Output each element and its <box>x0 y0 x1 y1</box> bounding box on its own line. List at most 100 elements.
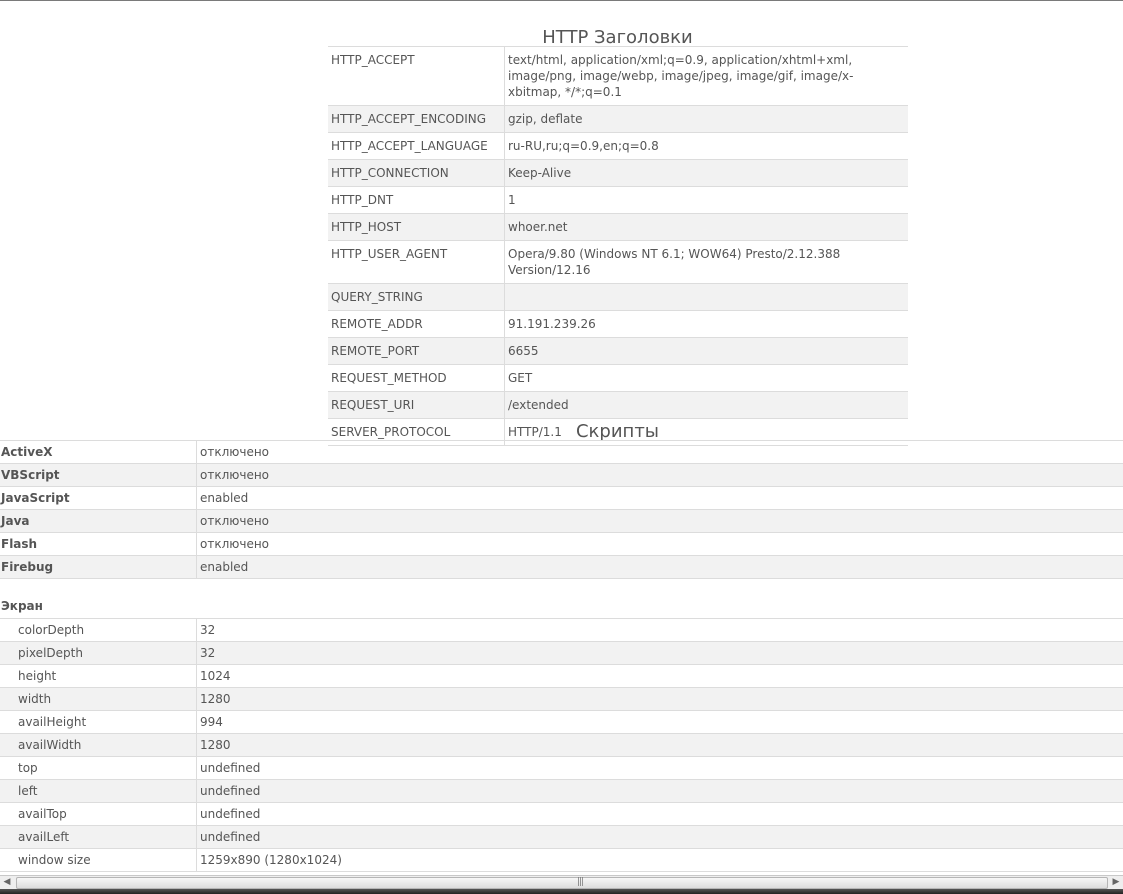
header-key: HTTP_ACCEPT_ENCODING <box>328 105 505 133</box>
table-row: availLeft undefined <box>0 825 1123 849</box>
header-key: REMOTE_PORT <box>328 337 505 365</box>
header-value: Opera/9.80 (Windows NT 6.1; WOW64) Prest… <box>504 240 908 284</box>
scripts-table: ActiveX отключено VBScript отключено JavaS… <box>0 440 1123 872</box>
screen-key: height <box>0 664 197 688</box>
header-key: HTTP_ACCEPT_LANGUAGE <box>328 132 505 160</box>
screen-value: undefined <box>196 756 1123 780</box>
header-key: HTTP_ACCEPT <box>328 46 505 106</box>
script-value: enabled <box>196 486 1123 510</box>
table-row: QUERY_STRING <box>328 283 908 311</box>
screen-key: availHeight <box>0 710 197 734</box>
table-row: availTop undefined <box>0 802 1123 826</box>
screen-key: window size <box>0 848 197 872</box>
table-row: HTTP_ACCEPT_ENCODING gzip, deflate <box>328 105 908 133</box>
taskbar-strip <box>0 889 1123 894</box>
header-value: 6655 <box>504 337 908 365</box>
table-row: colorDepth 32 <box>0 618 1123 642</box>
screen-value: 32 <box>196 618 1123 642</box>
screen-value: 994 <box>196 710 1123 734</box>
table-row: HTTP_ACCEPT_LANGUAGE ru-RU,ru;q=0.9,en;q=… <box>328 132 908 160</box>
screen-value: 32 <box>196 641 1123 665</box>
header-key: REQUEST_URI <box>328 391 505 419</box>
table-row: ActiveX отключено <box>0 440 1123 464</box>
table-row: HTTP_DNT 1 <box>328 186 908 214</box>
table-row: REMOTE_PORT 6655 <box>328 337 908 365</box>
header-value: /extended <box>504 391 908 419</box>
header-value: Keep-Alive <box>504 159 908 187</box>
script-key: ActiveX <box>0 440 197 464</box>
script-value: отключено <box>196 509 1123 533</box>
table-row: HTTP_HOST whoer.net <box>328 213 908 241</box>
scroll-left-arrow-icon[interactable]: ◀ <box>0 876 14 889</box>
table-row: Flash отключено <box>0 532 1123 556</box>
table-row: width 1280 <box>0 687 1123 711</box>
table-row: HTTP_USER_AGENT Opera/9.80 (Windows NT 6.… <box>328 240 908 284</box>
table-row: REMOTE_ADDR 91.191.239.26 <box>328 310 908 338</box>
script-key: Flash <box>0 532 197 556</box>
scrollbar-grip-icon: ||| <box>577 877 584 887</box>
script-value: enabled <box>196 555 1123 579</box>
table-row: window size 1259x890 (1280x1024) <box>0 848 1123 872</box>
header-key: HTTP_HOST <box>328 213 505 241</box>
table-row: JavaScript enabled <box>0 486 1123 510</box>
scripts-title: Скрипты <box>575 420 660 442</box>
header-value: ru-RU,ru;q=0.9,en;q=0.8 <box>504 132 908 160</box>
header-key: REQUEST_METHOD <box>328 364 505 392</box>
header-key: REMOTE_ADDR <box>328 310 505 338</box>
script-value: отключено <box>196 532 1123 556</box>
screen-heading: Экран <box>0 578 197 619</box>
screen-value: 1280 <box>196 687 1123 711</box>
script-key: JavaScript <box>0 486 197 510</box>
header-value: gzip, deflate <box>504 105 908 133</box>
table-row: left undefined <box>0 779 1123 803</box>
screen-key: availTop <box>0 802 197 826</box>
scrollbar-thumb[interactable]: ||| <box>16 877 1108 889</box>
http-headers-table: HTTP_ACCEPT text/html, application/xml;q=… <box>328 46 908 446</box>
header-key: HTTP_DNT <box>328 186 505 214</box>
top-border <box>0 0 1123 1</box>
screen-value: undefined <box>196 779 1123 803</box>
header-value: text/html, application/xml;q=0.9, applic… <box>504 46 908 106</box>
script-value: отключено <box>196 463 1123 487</box>
screen-key: availLeft <box>0 825 197 849</box>
header-value: 91.191.239.26 <box>504 310 908 338</box>
screen-key: width <box>0 687 197 711</box>
table-row: pixelDepth 32 <box>0 641 1123 665</box>
screen-key: left <box>0 779 197 803</box>
table-row: top undefined <box>0 756 1123 780</box>
screen-key: top <box>0 756 197 780</box>
table-row: availWidth 1280 <box>0 733 1123 757</box>
screen-key: pixelDepth <box>0 641 197 665</box>
table-row: REQUEST_URI/extended <box>328 391 908 419</box>
header-value: GET <box>504 364 908 392</box>
table-row: Firebug enabled <box>0 555 1123 579</box>
table-row: REQUEST_METHOD GET <box>328 364 908 392</box>
screen-value: undefined <box>196 825 1123 849</box>
header-value <box>504 283 908 311</box>
table-row: HTTP_CONNECTION Keep-Alive <box>328 159 908 187</box>
screen-heading-row: Экран <box>0 578 1123 619</box>
header-key: HTTP_CONNECTION <box>328 159 505 187</box>
table-row: HTTP_ACCEPT text/html, application/xml;q=… <box>328 46 908 106</box>
script-key: Firebug <box>0 555 197 579</box>
header-value: 1 <box>504 186 908 214</box>
screen-heading-spacer <box>196 578 1123 619</box>
script-value: отключено <box>196 440 1123 464</box>
table-row: Java отключено <box>0 509 1123 533</box>
screen-key: colorDepth <box>0 618 197 642</box>
screen-value: 1024 <box>196 664 1123 688</box>
screen-value: 1259x890 (1280x1024) <box>196 848 1123 872</box>
table-row: availHeight 994 <box>0 710 1123 734</box>
header-key: HTTP_USER_AGENT <box>328 240 505 284</box>
scroll-right-arrow-icon[interactable]: ▶ <box>1109 876 1123 889</box>
screen-value: undefined <box>196 802 1123 826</box>
table-row: VBScript отключено <box>0 463 1123 487</box>
header-key: QUERY_STRING <box>328 283 505 311</box>
horizontal-scrollbar[interactable]: ◀ ||| ▶ <box>0 875 1123 889</box>
screen-value: 1280 <box>196 733 1123 757</box>
http-headers-title: HTTP Заголовки <box>542 26 693 48</box>
screen-key: availWidth <box>0 733 197 757</box>
script-key: VBScript <box>0 463 197 487</box>
table-row: height 1024 <box>0 664 1123 688</box>
script-key: Java <box>0 509 197 533</box>
